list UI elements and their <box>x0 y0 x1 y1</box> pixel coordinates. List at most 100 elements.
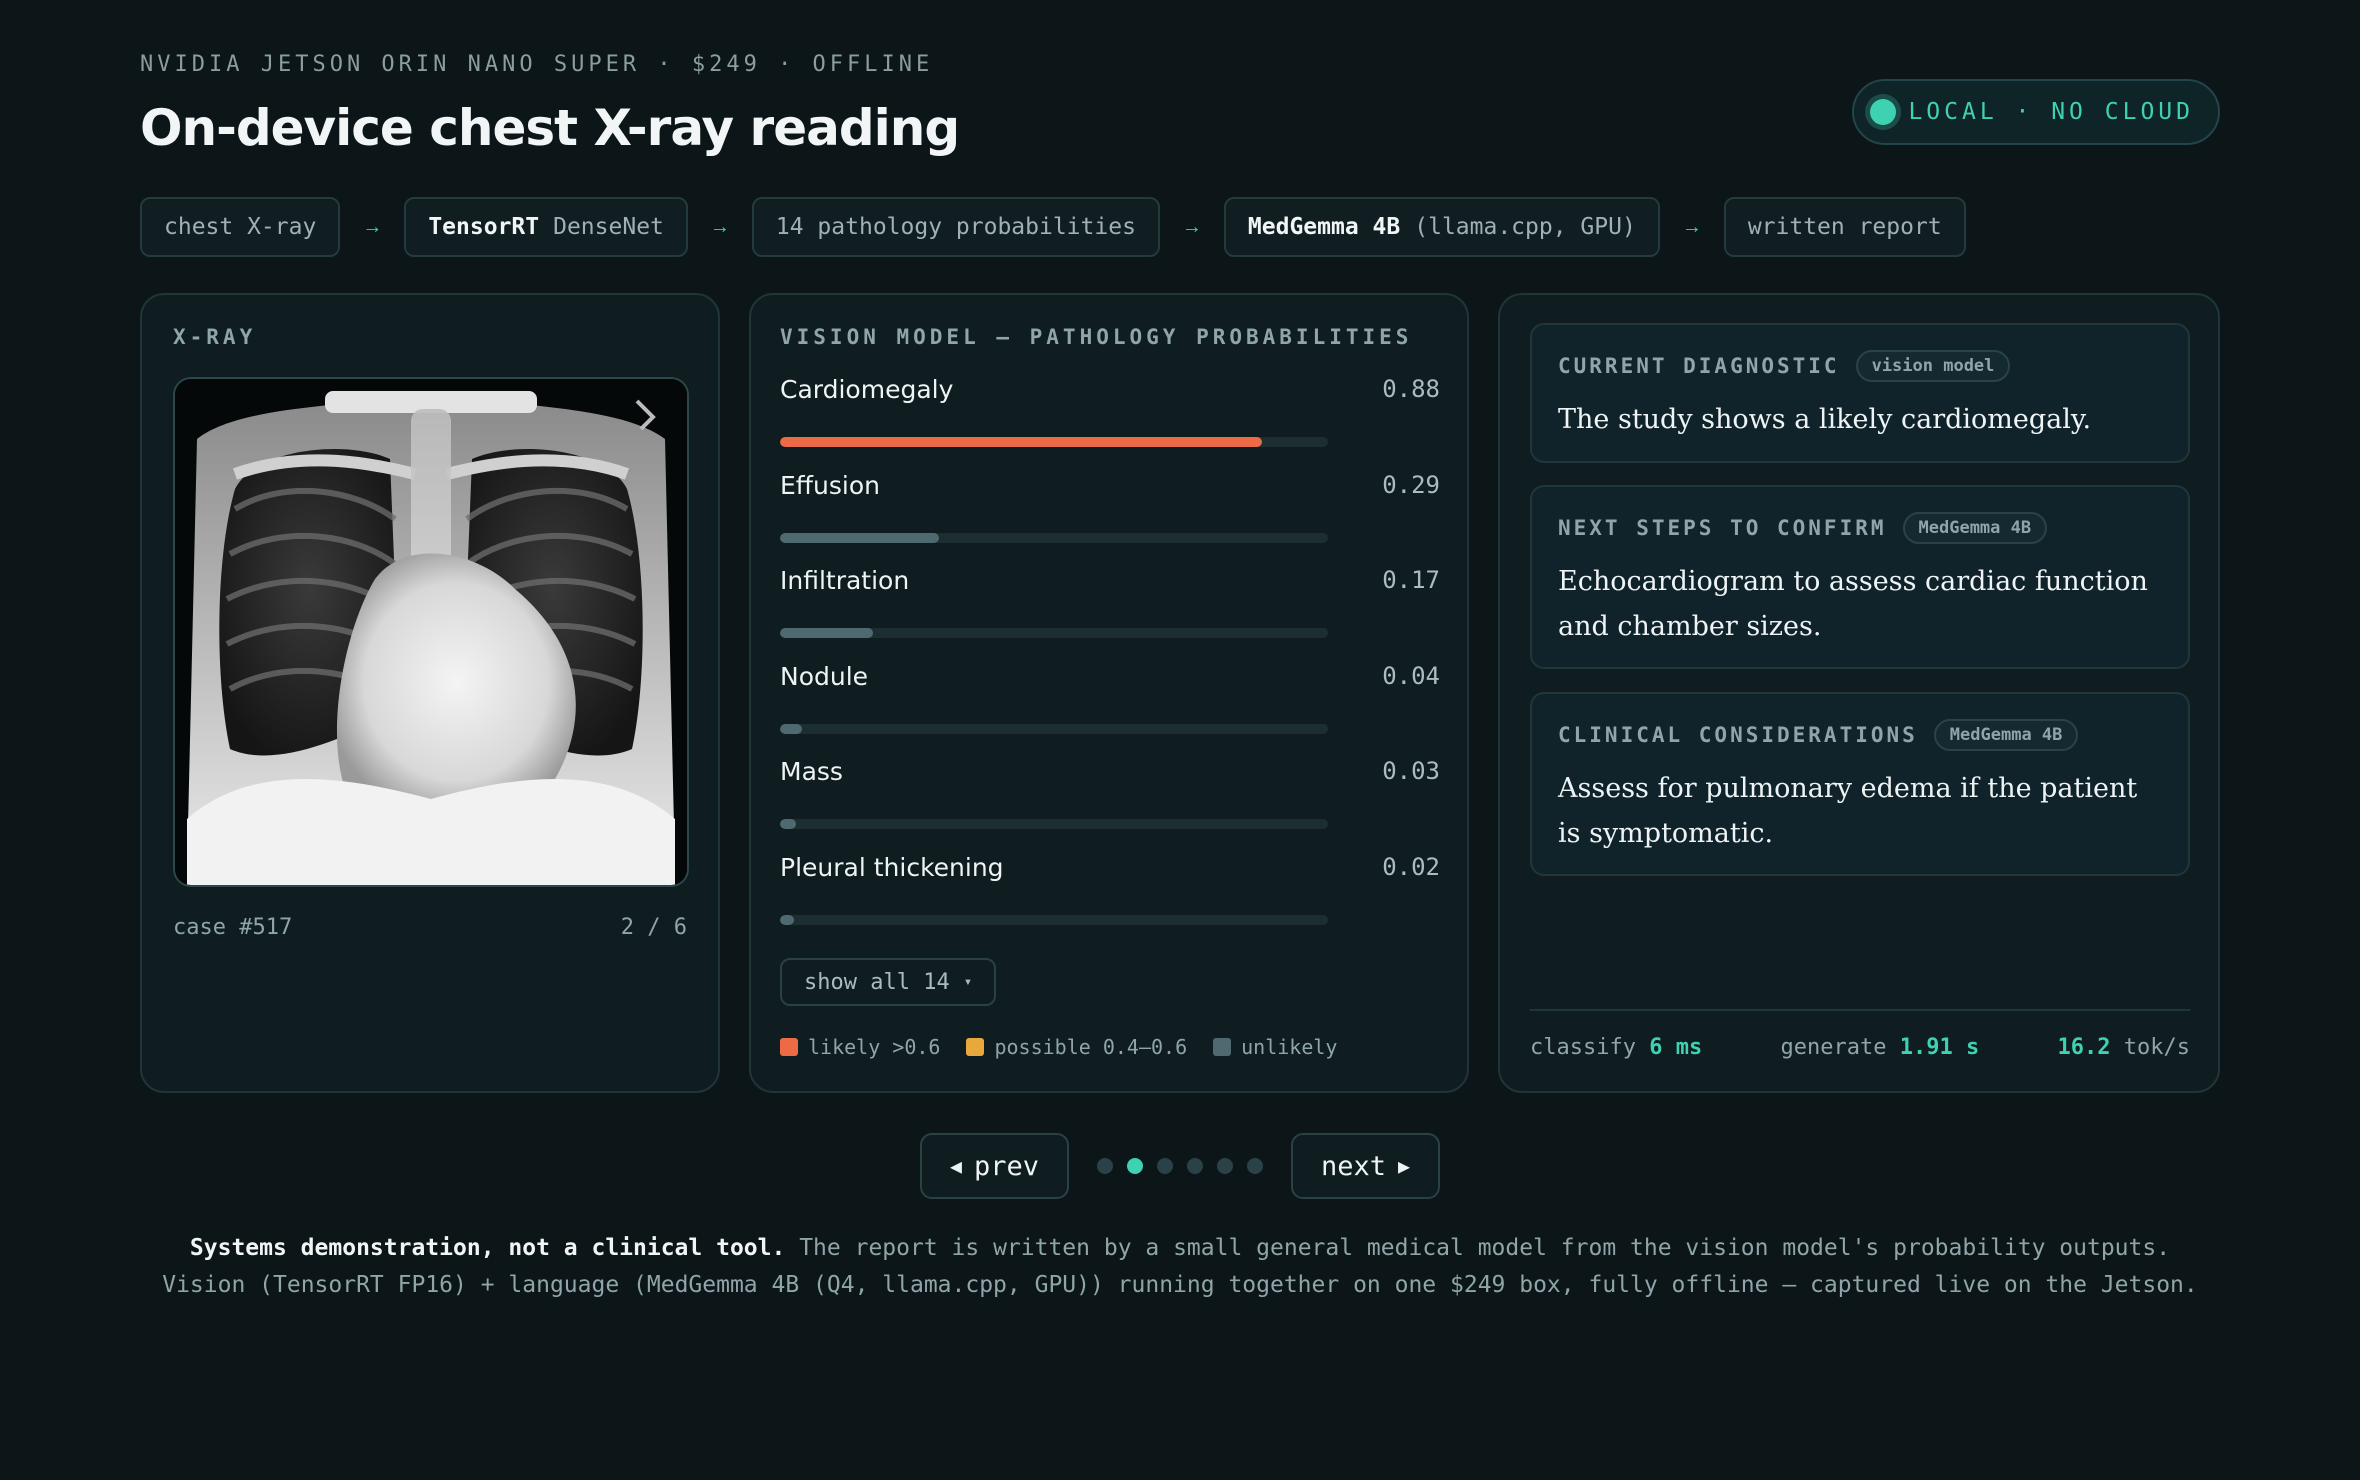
disclaimer-footer: Systems demonstration, not a clinical to… <box>0 1230 2360 1304</box>
probability-track <box>780 628 1328 638</box>
pipeline-step-probabilities: 14 pathology probabilities <box>751 197 1160 257</box>
probability-track <box>780 914 1328 925</box>
device-eyebrow: NVIDIA JETSON ORIN NANO SUPER · $249 · O… <box>140 52 934 77</box>
probability-bar <box>780 628 874 638</box>
case-position: 2 / 6 <box>620 915 687 940</box>
pipeline-step-vision: TensorRT DenseNet <box>404 197 688 257</box>
probability-track <box>780 723 1328 734</box>
probability-bar <box>780 723 802 734</box>
considerations-block: CLINICAL CONSIDERATIONS MedGemma 4B Asse… <box>1530 692 2190 876</box>
pathology-name: Cardiomegaly <box>780 375 954 404</box>
prev-button[interactable]: ◀ prev <box>919 1133 1069 1199</box>
next-steps-block: NEXT STEPS TO CONFIRM MedGemma 4B Echoca… <box>1530 485 2190 669</box>
pathology-value: 0.03 <box>1382 757 1440 785</box>
pathology-value: 0.29 <box>1382 470 1440 499</box>
pathology-value: 0.88 <box>1382 375 1440 403</box>
probability-track <box>780 437 1328 447</box>
pipeline-step-language: MedGemma 4B (llama.cpp, GPU) <box>1223 197 1660 257</box>
triangle-left-icon: ◀ <box>949 1154 962 1178</box>
local-status-label: LOCAL · NO CLOUD <box>1908 99 2194 125</box>
diagnostic-block: CURRENT DIAGNOSTIC vision model The stud… <box>1530 323 2190 463</box>
pathology-value: 0.04 <box>1382 661 1440 690</box>
page-dot[interactable] <box>1157 1158 1173 1174</box>
performance-stats: classify 6 ms generate 1.91 s 16.2 tok/s <box>1530 1035 2190 1060</box>
generate-stat: generate 1.91 s <box>1780 1035 1980 1060</box>
page-dot[interactable] <box>1247 1158 1263 1174</box>
probability-list: Cardiomegaly 0.88 Effusion 0.29 Infiltration… <box>780 375 1440 948</box>
diagnostic-text: The study shows a likely cardiomegaly. <box>1558 404 2092 435</box>
legend-unlikely: unlikely <box>1213 1035 1337 1059</box>
probability-row: Mass 0.03 <box>780 757 1440 853</box>
xray-image <box>173 377 689 887</box>
header: NVIDIA JETSON ORIN NANO SUPER · $249 · O… <box>140 52 2220 172</box>
pathology-value: 0.02 <box>1382 852 1440 881</box>
next-steps-text: Echocardiogram to assess cardiac functio… <box>1558 566 2148 642</box>
pathology-name: Effusion <box>780 470 880 500</box>
arrow-right-icon: → <box>709 215 730 238</box>
disclaimer-bold: Systems demonstration, not a clinical to… <box>189 1235 786 1261</box>
divider <box>1530 1009 2190 1011</box>
probability-row: Effusion 0.29 <box>780 471 1440 567</box>
arrow-right-icon: → <box>1181 215 1202 238</box>
next-button[interactable]: next ▶ <box>1291 1133 1441 1199</box>
probabilities-card-label: VISION MODEL — PATHOLOGY PROBABILITIES <box>780 325 1413 349</box>
source-tag: vision model <box>1855 350 2011 382</box>
legend-possible: possible 0.4–0.6 <box>966 1035 1187 1059</box>
probability-bar <box>780 437 1263 447</box>
page-dot[interactable] <box>1187 1158 1203 1174</box>
page-dot[interactable] <box>1097 1158 1113 1174</box>
probability-row: Cardiomegaly 0.88 <box>780 375 1440 471</box>
next-label: next <box>1321 1150 1387 1182</box>
source-tag: MedGemma 4B <box>1933 719 2079 751</box>
xray-card: X-RAY case #517 2 / 6 <box>140 293 720 1093</box>
pathology-value: 0.17 <box>1382 566 1440 594</box>
considerations-text: Assess for pulmonary edema if the patien… <box>1558 773 2138 849</box>
arrow-right-icon: → <box>1681 215 1702 238</box>
xray-card-label: X-RAY <box>173 325 257 349</box>
show-all-button[interactable]: show all 14 ▾ <box>780 958 997 1006</box>
pipeline-step-report: written report <box>1723 197 1966 257</box>
probability-row: Infiltration 0.17 <box>780 566 1440 662</box>
next-steps-title: NEXT STEPS TO CONFIRM <box>1558 516 1887 540</box>
legend-likely: likely >0.6 <box>780 1035 940 1059</box>
caret-down-icon: ▾ <box>963 974 973 990</box>
pathology-name: Mass <box>780 757 843 786</box>
probability-row: Nodule 0.04 <box>780 662 1440 758</box>
prev-label: prev <box>973 1150 1039 1182</box>
disclaimer-line-1: Systems demonstration, not a clinical to… <box>189 1235 2171 1261</box>
probability-bar <box>780 914 794 925</box>
disclaimer-line-2: Vision (TensorRT FP16) + language (MedGe… <box>162 1272 2198 1298</box>
pipeline-step-input: chest X-ray <box>140 197 341 257</box>
triangle-right-icon: ▶ <box>1398 1154 1411 1178</box>
probabilities-card: VISION MODEL — PATHOLOGY PROBABILITIES C… <box>749 293 1469 1093</box>
pathology-name: Pleural thickening <box>780 852 1004 882</box>
probability-bar <box>780 532 939 543</box>
live-indicator-icon <box>1870 99 1897 125</box>
page-dots <box>1097 1158 1263 1174</box>
source-tag: MedGemma 4B <box>1902 512 2048 544</box>
case-id: case #517 <box>173 915 293 940</box>
classify-stat: classify 6 ms <box>1530 1035 1703 1060</box>
probability-track <box>780 532 1328 543</box>
diagnostic-title: CURRENT DIAGNOSTIC <box>1558 354 1840 378</box>
swatch-likely <box>780 1038 798 1056</box>
page-dot[interactable] <box>1217 1158 1233 1174</box>
report-card: CURRENT DIAGNOSTIC vision model The stud… <box>1498 293 2220 1093</box>
show-all-label: show all 14 <box>804 969 950 995</box>
pathology-name: Nodule <box>780 661 869 691</box>
case-pager: ◀ prev next ▶ <box>0 1133 2360 1199</box>
probability-bar <box>780 819 797 829</box>
local-status-badge: LOCAL · NO CLOUD <box>1852 79 2220 145</box>
pipeline: chest X-ray → TensorRT DenseNet → 14 path… <box>140 197 1966 257</box>
probability-row: Pleural thickening 0.02 <box>780 853 1440 949</box>
case-info: case #517 2 / 6 <box>173 915 687 940</box>
swatch-unlikely <box>1213 1038 1232 1056</box>
page-dot[interactable] <box>1127 1158 1143 1174</box>
legend: likely >0.6 possible 0.4–0.6 unlikely <box>780 1035 1337 1059</box>
chest-xray-image <box>175 379 687 885</box>
token-rate-stat: 16.2 tok/s <box>2057 1035 2190 1060</box>
arrow-right-icon: → <box>362 215 383 238</box>
pathology-name: Infiltration <box>780 566 910 595</box>
considerations-title: CLINICAL CONSIDERATIONS <box>1558 723 1918 747</box>
probability-track <box>780 819 1328 829</box>
